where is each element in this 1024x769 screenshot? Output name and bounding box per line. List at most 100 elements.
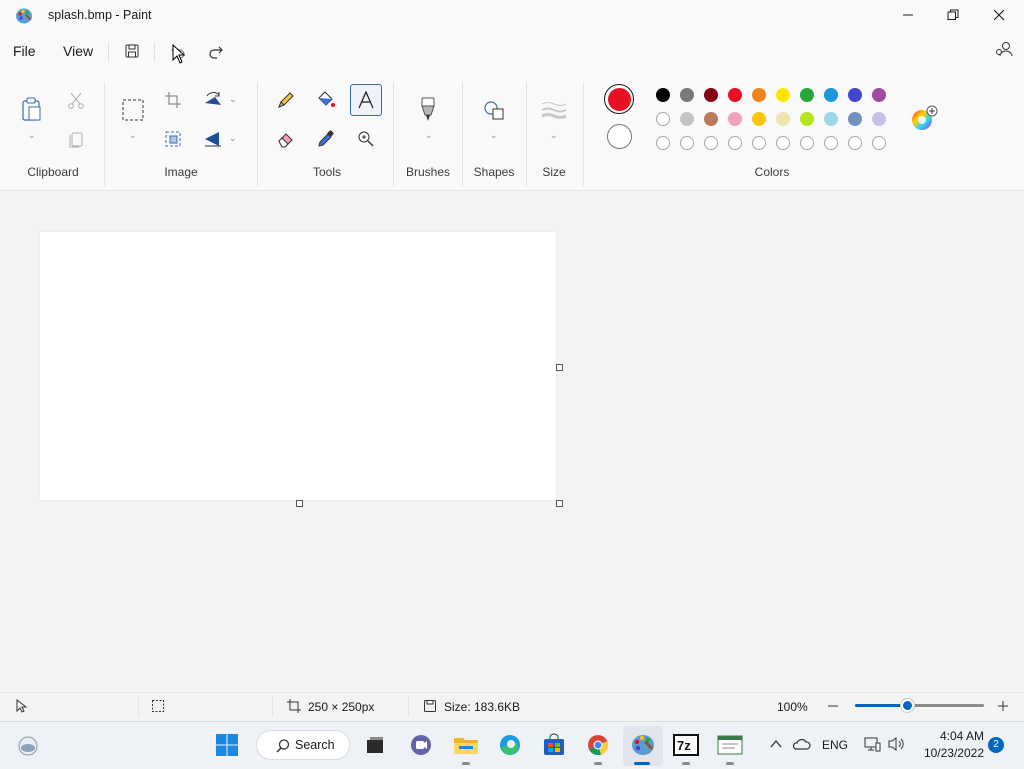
custom-color-slot[interactable]	[848, 136, 862, 150]
teams-chat-button[interactable]	[408, 732, 434, 758]
custom-color-slot[interactable]	[728, 136, 742, 150]
color-swatch[interactable]	[728, 88, 742, 102]
rotate-button[interactable]	[199, 86, 227, 114]
color-swatch[interactable]	[704, 88, 718, 102]
color-swatch[interactable]	[656, 88, 670, 102]
zoom-slider-thumb[interactable]	[900, 699, 914, 712]
custom-color-slot[interactable]	[776, 136, 790, 150]
language-indicator[interactable]: ENG	[822, 738, 848, 752]
network-button[interactable]	[863, 735, 881, 756]
color-swatch[interactable]	[824, 88, 838, 102]
color-swatch[interactable]	[680, 88, 694, 102]
minimize-button[interactable]	[885, 0, 931, 30]
fill-tool[interactable]	[312, 86, 340, 114]
magnifier-tool[interactable]	[352, 125, 380, 153]
account-button[interactable]	[994, 40, 1014, 63]
color-swatch[interactable]	[872, 88, 886, 102]
chevron-down-icon[interactable]: ⌄	[425, 130, 433, 141]
color-swatch[interactable]	[752, 88, 766, 102]
chevron-down-icon[interactable]: ⌄	[490, 130, 498, 141]
zoom-out-button[interactable]	[826, 696, 840, 721]
zoom-level[interactable]: 100%	[777, 700, 808, 714]
file-menu[interactable]: File	[13, 43, 36, 59]
start-button[interactable]	[214, 732, 240, 758]
color-swatch[interactable]	[656, 112, 670, 126]
resize-handle-right[interactable]	[556, 364, 563, 371]
eraser-tool[interactable]	[272, 125, 300, 153]
clock-time[interactable]: 4:04 AM	[920, 729, 984, 743]
restore-button[interactable]	[930, 0, 976, 30]
eyedropper-icon	[318, 130, 334, 147]
color-swatch[interactable]	[680, 112, 694, 126]
widgets-button[interactable]	[15, 732, 41, 758]
text-tool[interactable]	[350, 84, 382, 116]
color-swatch[interactable]	[824, 112, 838, 126]
edit-colors-button[interactable]	[910, 105, 938, 136]
select-button[interactable]	[119, 96, 147, 124]
color-swatch[interactable]	[776, 112, 790, 126]
zoom-in-button[interactable]	[996, 696, 1010, 719]
file-explorer-button[interactable]	[453, 732, 479, 758]
paint-taskbar-button[interactable]	[623, 726, 663, 766]
resize-handle-corner[interactable]	[556, 500, 563, 507]
color-swatch[interactable]	[800, 88, 814, 102]
file-size-text: Size: 183.6KB	[444, 700, 521, 714]
flip-button[interactable]	[199, 125, 227, 153]
color-swatch[interactable]	[704, 112, 718, 126]
color-picker-tool[interactable]	[312, 125, 340, 153]
custom-color-slot[interactable]	[800, 136, 814, 150]
drawing-canvas[interactable]	[40, 232, 556, 500]
custom-color-slot[interactable]	[752, 136, 766, 150]
color-swatch[interactable]	[872, 112, 886, 126]
store-button[interactable]	[541, 732, 567, 758]
custom-color-slot[interactable]	[656, 136, 670, 150]
secondary-color-button[interactable]	[607, 124, 632, 149]
taskbar-search[interactable]: Search	[256, 730, 350, 760]
color-swatch[interactable]	[728, 112, 742, 126]
save-button[interactable]	[120, 40, 144, 62]
flip-icon	[205, 132, 221, 147]
crop-button[interactable]	[159, 86, 187, 114]
chevron-down-icon[interactable]: ⌄	[229, 133, 237, 144]
show-hidden-icons-button[interactable]	[769, 737, 783, 754]
weather-icon	[18, 736, 38, 756]
custom-color-slot[interactable]	[824, 136, 838, 150]
custom-color-slot[interactable]	[680, 136, 694, 150]
color-swatch[interactable]	[776, 88, 790, 102]
cut-button[interactable]	[62, 86, 90, 114]
brushes-button[interactable]	[414, 96, 442, 124]
redo-button[interactable]	[204, 40, 228, 62]
notification-badge[interactable]: 2	[988, 737, 1004, 753]
chevron-down-icon[interactable]: ⌄	[28, 130, 36, 141]
chevron-down-icon[interactable]: ⌄	[550, 130, 558, 141]
copy-button[interactable]	[62, 125, 90, 153]
paste-button[interactable]	[18, 96, 46, 124]
size-button[interactable]	[540, 96, 568, 124]
volume-button[interactable]	[887, 735, 907, 756]
custom-color-slot[interactable]	[704, 136, 718, 150]
pencil-tool[interactable]	[272, 86, 300, 114]
7zip-button[interactable]: 7z	[673, 732, 699, 758]
edge-button[interactable]	[497, 732, 523, 758]
resize-handle-bottom[interactable]	[296, 500, 303, 507]
color-swatch[interactable]	[800, 112, 814, 126]
shapes-button[interactable]	[480, 96, 508, 124]
color-swatch[interactable]	[848, 88, 862, 102]
accounts-icon	[996, 42, 1013, 57]
primary-color-button[interactable]	[604, 84, 634, 114]
notepad-button[interactable]	[717, 732, 743, 758]
color-swatch[interactable]	[848, 112, 862, 126]
onedrive-button[interactable]	[791, 736, 811, 755]
chrome-button[interactable]	[585, 732, 611, 758]
chevron-down-icon[interactable]: ⌄	[129, 130, 137, 141]
resize-button[interactable]	[159, 125, 187, 153]
view-menu[interactable]: View	[63, 43, 93, 59]
clock-date[interactable]: 10/23/2022	[912, 746, 984, 760]
chevron-down-icon[interactable]: ⌄	[229, 94, 237, 105]
zoom-slider[interactable]	[855, 699, 984, 712]
close-button[interactable]	[976, 0, 1022, 30]
color-swatch[interactable]	[752, 112, 766, 126]
task-view-button[interactable]	[362, 732, 388, 758]
custom-color-slot[interactable]	[872, 136, 886, 150]
menu-divider	[108, 42, 109, 62]
